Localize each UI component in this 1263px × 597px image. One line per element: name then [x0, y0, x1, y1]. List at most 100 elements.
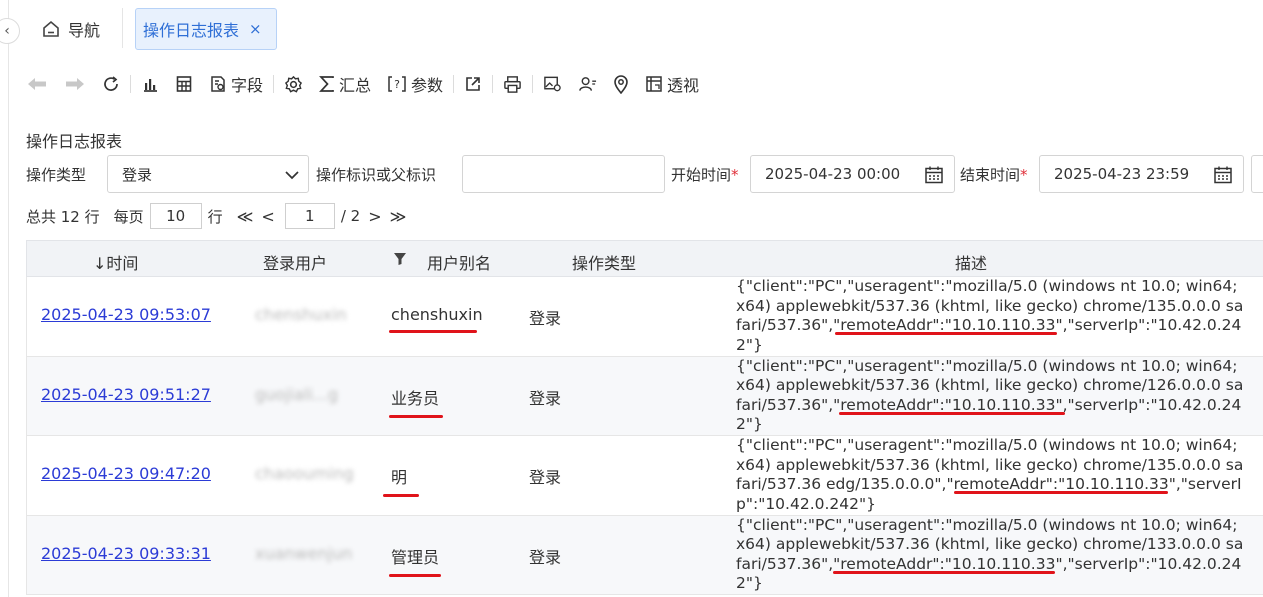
alias-cell: 明: [383, 464, 419, 497]
filter-bar: 操作类型 登录 操作标识或父标识 开始时间* 2025-04-23 00:00 …: [26, 155, 1263, 193]
tab-label: 操作日志报表: [143, 21, 240, 40]
col-alias-header[interactable]: 用户别名: [427, 250, 491, 274]
bar-chart-icon: [144, 79, 157, 92]
parameter-button[interactable]: ? 参数: [379, 68, 451, 100]
page-total-text: / 2: [340, 207, 361, 225]
svg-text:?: ?: [394, 78, 400, 91]
col-time-header[interactable]: ↓时间: [93, 250, 138, 274]
prev-page-button[interactable]: <: [261, 207, 274, 226]
table-row: 2025-04-23 09:47:20 chaoouming 明 登录 {"cl…: [26, 436, 1263, 516]
login-user-cell: guojiali...g: [255, 384, 339, 404]
type-cell: 登录: [529, 309, 562, 328]
home-icon: [43, 20, 59, 37]
toolbar-divider: [130, 75, 131, 93]
chart-button[interactable]: [133, 68, 167, 100]
back-button[interactable]: [18, 68, 56, 100]
pivot-icon: [646, 76, 662, 92]
col-user-header[interactable]: 登录用户: [263, 250, 327, 274]
time-link[interactable]: 2025-04-23 09:53:07: [41, 305, 211, 324]
next-filter-input[interactable]: [1251, 155, 1263, 193]
parameter-icon: ?: [388, 76, 406, 92]
user-filter-button[interactable]: [570, 68, 605, 100]
remote-addr-highlight-underline: [833, 570, 1055, 574]
calculator-button[interactable]: [167, 68, 201, 100]
pagination: 总共 12 行 每页 10 行 ≪ < 1 / 2 > ≫: [26, 203, 410, 229]
pivot-button[interactable]: 透视: [637, 68, 707, 100]
desc-cell: {"client":"PC","useragent":"mozilla/5.0 …: [736, 277, 1244, 354]
alias-cell: 管理员: [389, 544, 441, 577]
alias-highlight-underline: [383, 494, 419, 497]
alias-highlight-underline: [389, 573, 441, 577]
report-toolbar: 字段 汇总 ? 参数 透视: [18, 68, 707, 100]
col-type-header[interactable]: 操作类型: [572, 250, 636, 274]
close-icon[interactable]: ×: [249, 20, 262, 38]
toolbar-divider: [453, 75, 455, 93]
login-user-cell: chaoouming: [255, 464, 354, 483]
table-body: 2025-04-23 09:53:07 chenshuxin chenshuxi…: [26, 277, 1263, 595]
report-title: 操作日志报表: [26, 132, 123, 151]
calendar-icon[interactable]: [924, 165, 944, 185]
tab-operation-log-report[interactable]: 操作日志报表 ×: [135, 8, 277, 50]
total-rows-text: 总共 12 行: [26, 207, 100, 226]
image-settings-icon: [544, 76, 561, 92]
field-button[interactable]: 字段: [201, 68, 271, 100]
field-icon: [211, 76, 225, 92]
user-filter-icon: [579, 77, 597, 91]
remote-addr-highlight-underline: [954, 491, 1168, 494]
op-type-label: 操作类型: [26, 166, 87, 184]
last-page-button[interactable]: ≫: [390, 207, 407, 226]
left-divider: [8, 0, 9, 597]
end-time-input[interactable]: 2025-04-23 23:59: [1039, 155, 1244, 193]
location-button[interactable]: [605, 68, 637, 100]
summary-label: 汇总: [339, 76, 372, 95]
table-row: 2025-04-23 09:33:31 xuanwenjun 管理员 登录 {"…: [26, 515, 1263, 595]
arrow-left-icon: [28, 78, 46, 90]
external-link-icon: [466, 77, 480, 91]
desc-cell: {"client":"PC","useragent":"mozilla/5.0 …: [736, 356, 1244, 434]
export-button[interactable]: [456, 68, 490, 100]
next-page-button[interactable]: >: [368, 207, 381, 226]
end-time-value: 2025-04-23 23:59: [1054, 165, 1190, 183]
current-page-input[interactable]: 1: [284, 203, 335, 229]
refresh-button[interactable]: [94, 68, 128, 100]
toolbar-divider: [532, 75, 534, 93]
chevron-down-icon: [285, 171, 299, 180]
summary-button[interactable]: 汇总: [311, 68, 379, 100]
col-desc-header[interactable]: 描述: [955, 250, 987, 274]
first-page-button[interactable]: ≪: [237, 207, 254, 226]
log-table: ↓时间 登录用户 用户别名 操作类型 描述 2025-04-23 09:53:0…: [26, 240, 1263, 595]
printer-icon: [504, 75, 521, 93]
forward-button[interactable]: [56, 68, 94, 100]
alias-highlight-underline: [389, 330, 477, 333]
start-time-value: 2025-04-23 00:00: [765, 165, 901, 183]
tab-divider: [122, 8, 123, 48]
tab-bar: 导航 操作日志报表 ×: [0, 0, 1263, 56]
remote-addr-highlight-underline: [835, 332, 1057, 335]
per-page-input[interactable]: 10: [149, 203, 202, 229]
time-link[interactable]: 2025-04-23 09:51:27: [41, 385, 211, 404]
desc-cell: {"client":"PC","useragent":"mozilla/5.0 …: [736, 436, 1244, 513]
time-link[interactable]: 2025-04-23 09:47:20: [41, 464, 211, 483]
start-time-input[interactable]: 2025-04-23 00:00: [750, 155, 955, 193]
time-link[interactable]: 2025-04-23 09:33:31: [41, 544, 211, 563]
gear-icon: [284, 75, 303, 93]
type-cell: 登录: [529, 388, 562, 408]
op-type-select[interactable]: 登录: [107, 155, 309, 193]
end-time-label: 结束时间*: [960, 166, 1028, 184]
calendar-icon[interactable]: [1213, 165, 1233, 185]
table-row: 2025-04-23 09:51:27 guojiali...g 业务员 登录 …: [26, 356, 1263, 436]
login-user-cell: xuanwenjun: [255, 543, 353, 563]
row-unit-label: 行: [207, 207, 223, 226]
table-row: 2025-04-23 09:53:07 chenshuxin chenshuxi…: [26, 277, 1263, 357]
arrow-right-icon: [66, 78, 84, 90]
tab-home[interactable]: 导航: [42, 14, 100, 44]
settings-button[interactable]: [276, 68, 311, 100]
print-button[interactable]: [495, 68, 530, 100]
filter-icon[interactable]: [393, 252, 407, 266]
image-settings-button[interactable]: [535, 68, 570, 100]
desc-cell: {"client":"PC","useragent":"mozilla/5.0 …: [736, 515, 1244, 593]
type-cell: 登录: [529, 468, 562, 487]
alias-cell: chenshuxin: [389, 305, 483, 333]
type-cell: 登录: [529, 547, 562, 567]
op-id-input[interactable]: [462, 155, 665, 193]
